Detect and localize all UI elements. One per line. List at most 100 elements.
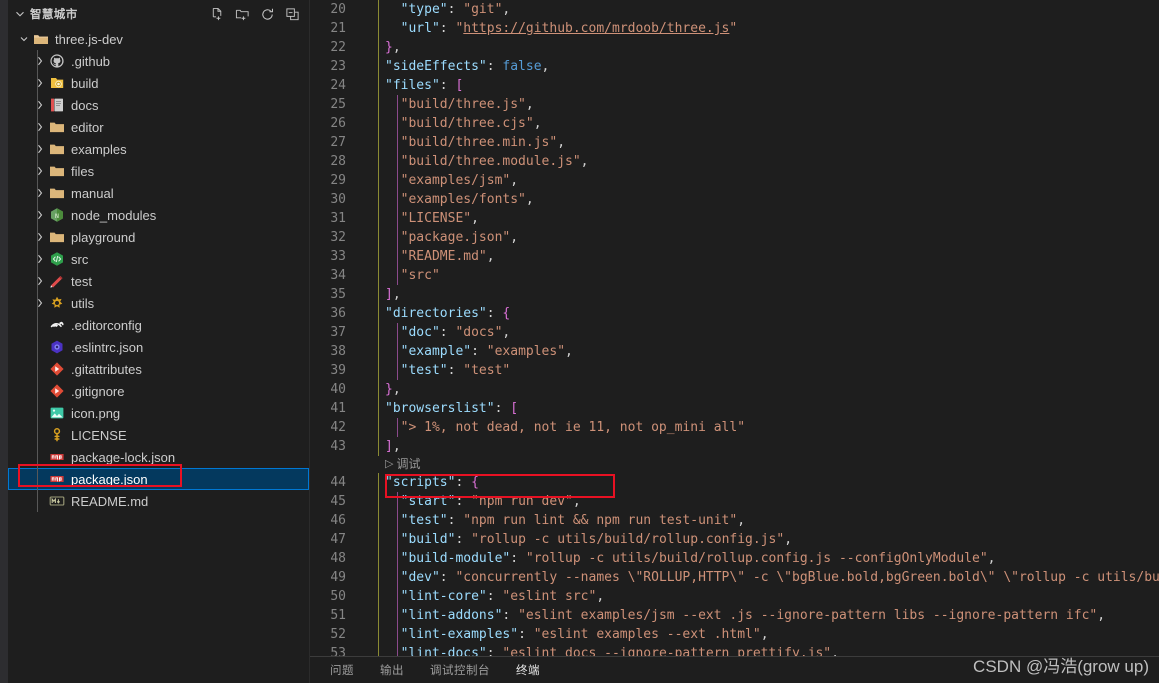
code-token: "examples/fonts"	[400, 192, 526, 207]
code-line[interactable]: 44 "scripts": {	[310, 473, 1159, 492]
tree-item[interactable]: manual	[8, 182, 309, 204]
chevron-down-icon[interactable]	[16, 28, 32, 50]
code-line[interactable]: 50 "lint-core": "eslint src",	[310, 587, 1159, 606]
new-file-icon[interactable]	[209, 6, 226, 23]
code-line[interactable]: 26 "build/three.cjs",	[310, 114, 1159, 133]
code-line[interactable]: 32 "package.json",	[310, 228, 1159, 247]
tree-item-selected[interactable]: package.json	[8, 468, 309, 490]
chevron-right-icon[interactable]	[32, 50, 48, 72]
collapse-all-icon[interactable]	[284, 6, 301, 23]
code-line[interactable]: 28 "build/three.module.js",	[310, 152, 1159, 171]
code-line[interactable]: 36 "directories": {	[310, 304, 1159, 323]
file-icon-git	[48, 383, 66, 399]
tree-item[interactable]: three.js-dev	[8, 28, 309, 50]
panel-tab-terminal[interactable]: 终端	[516, 657, 540, 683]
code-line[interactable]: 33 "README.md",	[310, 247, 1159, 266]
tree-item[interactable]: editor	[8, 116, 309, 138]
code-line[interactable]: 23 "sideEffects": false,	[310, 57, 1159, 76]
code-line[interactable]: 47 "build": "rollup -c utils/build/rollu…	[310, 530, 1159, 549]
code-text: "README.md",	[367, 247, 1159, 266]
code-line[interactable]: 21 "url": "https://github.com/mrdoob/thr…	[310, 19, 1159, 38]
chevron-right-icon[interactable]	[32, 204, 48, 226]
code-token: ]	[385, 439, 393, 454]
panel-tab-problems[interactable]: 问题	[330, 657, 354, 683]
tree-item[interactable]: utils	[8, 292, 309, 314]
chevron-right-icon[interactable]	[32, 116, 48, 138]
code-line[interactable]: 40},	[310, 380, 1159, 399]
code-token: https://github.com/mrdoob/three.js	[463, 21, 730, 36]
code-text: "doc": "docs",	[367, 323, 1159, 342]
tree-item[interactable]: playground	[8, 226, 309, 248]
code-line[interactable]: 52 "lint-examples": "eslint examples --e…	[310, 625, 1159, 644]
line-number: 41	[330, 401, 346, 416]
play-icon[interactable]: ▷	[385, 456, 393, 473]
chevron-down-icon[interactable]	[12, 6, 28, 22]
chevron-right-icon[interactable]	[32, 292, 48, 314]
code-line[interactable]: 43],	[310, 437, 1159, 456]
chevron-right-icon[interactable]	[32, 72, 48, 94]
code-token: "	[729, 21, 738, 36]
code-line[interactable]: 22},	[310, 38, 1159, 57]
code-line[interactable]: 38 "example": "examples",	[310, 342, 1159, 361]
code-line[interactable]: 37 "doc": "docs",	[310, 323, 1159, 342]
code-line[interactable]: 35],	[310, 285, 1159, 304]
code-line[interactable]: 45 "start": "npm run dev",	[310, 492, 1159, 511]
tree-item[interactable]: .gitattributes	[8, 358, 309, 380]
file-icon-npm	[48, 471, 66, 487]
chevron-right-icon[interactable]	[32, 182, 48, 204]
code-line[interactable]: 41 "browserslist": [	[310, 399, 1159, 418]
code-line[interactable]: 27 "build/three.min.js",	[310, 133, 1159, 152]
tree-item[interactable]: icon.png	[8, 402, 309, 424]
tree-item[interactable]: Nnode_modules	[8, 204, 309, 226]
chevron-right-icon[interactable]	[32, 138, 48, 160]
file-tree[interactable]: three.js-dev .github build docs editor exampl…	[8, 28, 309, 512]
chevron-right-icon[interactable]	[32, 248, 48, 270]
chevron-right-icon[interactable]	[32, 94, 48, 116]
code-line[interactable]: 51 "lint-addons": "eslint examples/jsm -…	[310, 606, 1159, 625]
code-token: :	[494, 401, 511, 416]
panel-tab-debug-console[interactable]: 调试控制台	[430, 657, 490, 683]
tree-item[interactable]: .eslintrc.json	[8, 336, 309, 358]
tree-item[interactable]: .github	[8, 50, 309, 72]
code-line[interactable]: 29 "examples/jsm",	[310, 171, 1159, 190]
code-line[interactable]: 49 "dev": "concurrently --names \"ROLLUP…	[310, 568, 1159, 587]
code-line[interactable]: 30 "examples/fonts",	[310, 190, 1159, 209]
chevron-right-icon[interactable]	[32, 270, 48, 292]
codelens-debug[interactable]: ▷ 调试	[310, 456, 1159, 473]
code-line[interactable]: 39 "test": "test"	[310, 361, 1159, 380]
code-line[interactable]: 46 "test": "npm run lint && npm run test…	[310, 511, 1159, 530]
tree-item[interactable]: .editorconfig	[8, 314, 309, 336]
code-line[interactable]: 48 "build-module": "rollup -c utils/buil…	[310, 549, 1159, 568]
code-line[interactable]: 25 "build/three.js",	[310, 95, 1159, 114]
code-token: :	[471, 344, 487, 359]
code-line[interactable]: 24 "files": [	[310, 76, 1159, 95]
refresh-icon[interactable]	[259, 6, 276, 23]
new-folder-icon[interactable]	[234, 6, 251, 23]
code-text: "src"	[367, 266, 1159, 285]
tree-item[interactable]: src	[8, 248, 309, 270]
chevron-right-icon[interactable]	[32, 226, 48, 248]
panel-tab-output[interactable]: 输出	[380, 657, 404, 683]
tree-item[interactable]: .gitignore	[8, 380, 309, 402]
tree-item[interactable]: README.md	[8, 490, 309, 512]
tree-item-label: package.json	[71, 471, 148, 487]
tree-item[interactable]: test	[8, 270, 309, 292]
code-line[interactable]: 20 "type": "git",	[310, 0, 1159, 19]
tree-item[interactable]: examples	[8, 138, 309, 160]
code-token: "type"	[400, 2, 448, 17]
codelens-label[interactable]: 调试	[396, 456, 420, 473]
code-text: "dev": "concurrently --names \"ROLLUP,HT…	[367, 568, 1159, 587]
code-line[interactable]: 42 "> 1%, not dead, not ie 11, not op_mi…	[310, 418, 1159, 437]
tree-item[interactable]: files	[8, 160, 309, 182]
code-text: "test": "npm run lint && npm run test-un…	[367, 511, 1159, 530]
tree-item[interactable]: build	[8, 72, 309, 94]
file-icon-folder-open	[32, 31, 50, 47]
chevron-right-icon[interactable]	[32, 160, 48, 182]
tree-item[interactable]: package-lock.json	[8, 446, 309, 468]
code-line[interactable]: 31 "LICENSE",	[310, 209, 1159, 228]
code-content[interactable]: 20 "type": "git", 21 "url": "https://gith…	[310, 0, 1159, 656]
tree-item[interactable]: docs	[8, 94, 309, 116]
tree-item[interactable]: LICENSE	[8, 424, 309, 446]
code-line[interactable]: 34 "src"	[310, 266, 1159, 285]
